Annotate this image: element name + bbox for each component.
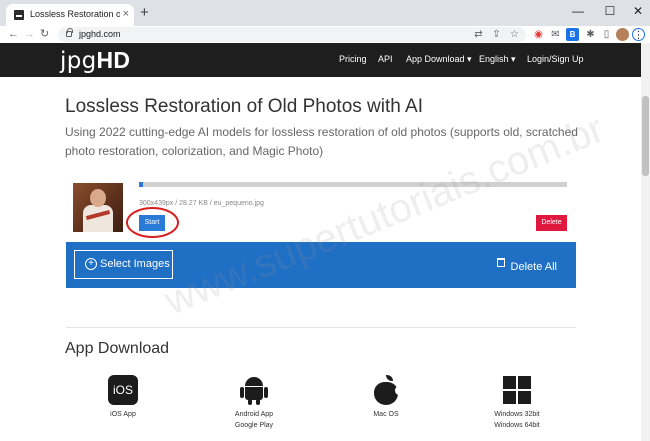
app-download-title: App Download xyxy=(65,340,170,357)
android-icon xyxy=(239,375,269,405)
site-favicon-icon xyxy=(14,10,24,20)
close-window-button[interactable]: ✕ xyxy=(626,2,650,20)
apple-icon xyxy=(371,375,403,405)
browser-menu-icon[interactable]: ⋮ xyxy=(632,28,645,41)
side-panel-icon[interactable]: ▯ xyxy=(600,28,613,41)
site-header: jpgHD Pricing API App Download ▾ English… xyxy=(0,43,641,77)
page-viewport: jpgHD Pricing API App Download ▾ English… xyxy=(0,43,650,441)
extensions-puzzle-icon[interactable]: ✱ xyxy=(584,28,597,41)
android-app-download[interactable]: Android App Google Play xyxy=(214,375,294,431)
file-info-text: 300x439px / 28.27 KB / eu_pequeno.jpg xyxy=(139,200,264,207)
plus-circle-icon: + xyxy=(85,258,97,270)
upload-progress-bar xyxy=(139,182,567,187)
extension-b-icon[interactable]: B xyxy=(566,28,579,41)
android-app-label: Android App xyxy=(234,411,274,418)
delete-all-button[interactable]: Delete All xyxy=(496,257,557,275)
delete-all-label: Delete All xyxy=(510,261,557,273)
section-divider xyxy=(66,327,576,328)
google-play-label: Google Play xyxy=(234,422,274,429)
tab-strip: Lossless Restoration of Old Photos × + —… xyxy=(0,0,650,26)
pocket-icon[interactable]: ◉ xyxy=(532,28,545,41)
windows-32bit-label[interactable]: Windows 32bit xyxy=(477,409,557,420)
translate-icon[interactable]: ⇄ xyxy=(472,28,485,41)
reload-button[interactable]: ↻ xyxy=(40,27,49,41)
ios-icon: iOS xyxy=(108,375,138,405)
upload-progress-fill xyxy=(139,182,144,187)
tab-close-icon[interactable]: × xyxy=(123,8,129,20)
url-text: jpghd.com xyxy=(79,29,121,39)
bookmark-star-icon[interactable]: ☆ xyxy=(508,28,521,41)
jpghd-logo[interactable]: jpgHD xyxy=(60,47,130,74)
tab-title: Lossless Restoration of Old Photos xyxy=(30,9,120,19)
windows-app-download[interactable]: Windows 32bit Windows 64bit xyxy=(477,375,557,431)
upload-action-bar: + Select Images Delete All xyxy=(66,242,576,288)
nav-api[interactable]: API xyxy=(378,54,393,64)
nav-pricing[interactable]: Pricing xyxy=(339,54,367,64)
page-title: Lossless Restoration of Old Photos with … xyxy=(65,96,424,117)
macos-label: Mac OS xyxy=(373,411,399,418)
page-scrollbar[interactable] xyxy=(641,43,650,441)
maximize-button[interactable]: ☐ xyxy=(598,2,622,20)
ios-app-download[interactable]: iOS iOS App xyxy=(83,375,163,420)
nav-login-signup[interactable]: Login/Sign Up xyxy=(527,54,584,64)
windows-64bit-label[interactable]: Windows 64bit xyxy=(477,420,557,431)
back-button[interactable]: ← xyxy=(8,27,19,41)
macos-app-download[interactable]: Mac OS xyxy=(346,375,426,420)
share-icon[interactable]: ⇪ xyxy=(490,28,503,41)
ios-app-label: iOS App xyxy=(110,411,136,418)
minimize-button[interactable]: — xyxy=(566,2,590,20)
windows-icon xyxy=(502,375,532,405)
browser-toolbar: ← → ↻ jpghd.com ⇄ ⇪ ☆ ◉ ✉ B ✱ ▯ ⋮ xyxy=(0,26,650,43)
forward-button[interactable]: → xyxy=(24,27,35,41)
page-subtitle: Using 2022 cutting-edge AI models for lo… xyxy=(65,125,578,158)
delete-button[interactable]: Delete xyxy=(536,215,567,231)
mail-extension-icon[interactable]: ✉ xyxy=(549,28,562,41)
lock-icon xyxy=(66,28,73,37)
nav-app-download[interactable]: App Download ▾ xyxy=(406,54,472,65)
uploaded-photo-thumbnail xyxy=(73,183,123,232)
scrollbar-thumb[interactable] xyxy=(642,96,649,176)
browser-tab[interactable]: Lossless Restoration of Old Photos × xyxy=(6,4,134,26)
annotation-circle xyxy=(126,207,179,238)
select-images-button[interactable]: + Select Images xyxy=(74,250,173,279)
select-images-label: Select Images xyxy=(100,258,170,270)
address-bar[interactable]: jpghd.com ⇄ ⇪ ☆ xyxy=(58,27,526,42)
profile-avatar[interactable] xyxy=(616,28,629,41)
new-tab-button[interactable]: + xyxy=(140,5,149,21)
trash-icon xyxy=(496,258,505,267)
nav-language[interactable]: English ▾ xyxy=(479,54,516,65)
